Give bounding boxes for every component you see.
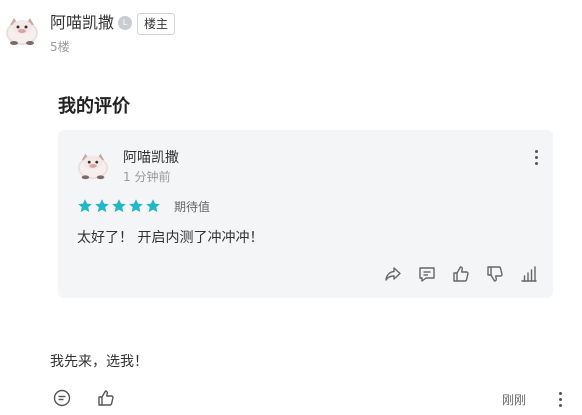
author-name[interactable]: 阿喵凯撒: [50, 12, 114, 34]
review-time: 1 分钟前: [123, 170, 171, 184]
review-text: 太好了！ 开启内测了冲冲冲！: [77, 230, 264, 246]
reviewer-name[interactable]: 阿喵凯撒: [123, 148, 179, 168]
star-icon: [95, 199, 109, 213]
level-badge-icon: L: [118, 16, 132, 30]
share-icon[interactable]: [383, 264, 403, 284]
comment-icon[interactable]: [417, 264, 437, 284]
user-avatar[interactable]: [4, 12, 40, 48]
reviewer-avatar[interactable]: [76, 148, 110, 182]
star-icon: [146, 199, 160, 213]
rating-label: 期待值: [174, 200, 211, 214]
stats-icon[interactable]: [519, 264, 539, 284]
star-icon: [129, 199, 143, 213]
review-section-title: 我的评价: [58, 96, 130, 117]
post-text: 我先来，选我！: [50, 354, 148, 370]
post-time: 刚刚: [502, 393, 527, 407]
star-icon: [112, 199, 126, 213]
post-more-icon[interactable]: [557, 392, 563, 408]
review-more-icon[interactable]: [533, 150, 539, 166]
review-actions: [383, 264, 539, 284]
like-icon[interactable]: [96, 388, 116, 408]
like-icon[interactable]: [451, 264, 471, 284]
op-badge: 楼主: [137, 13, 176, 35]
comment-page: 阿喵凯撒 L 楼主 5楼 我的评价 阿喵凯撒 1 分钟前 期待值 太好了！ 开启…: [0, 0, 582, 415]
comment-icon[interactable]: [52, 388, 72, 408]
floor-number: 5楼: [50, 40, 70, 54]
review-card[interactable]: 阿喵凯撒 1 分钟前 期待值 太好了！ 开启内测了冲冲冲！: [58, 130, 553, 298]
post-actions: [52, 388, 116, 408]
rating-stars: [77, 198, 161, 215]
dislike-icon[interactable]: [485, 264, 505, 284]
star-icon: [78, 199, 92, 213]
